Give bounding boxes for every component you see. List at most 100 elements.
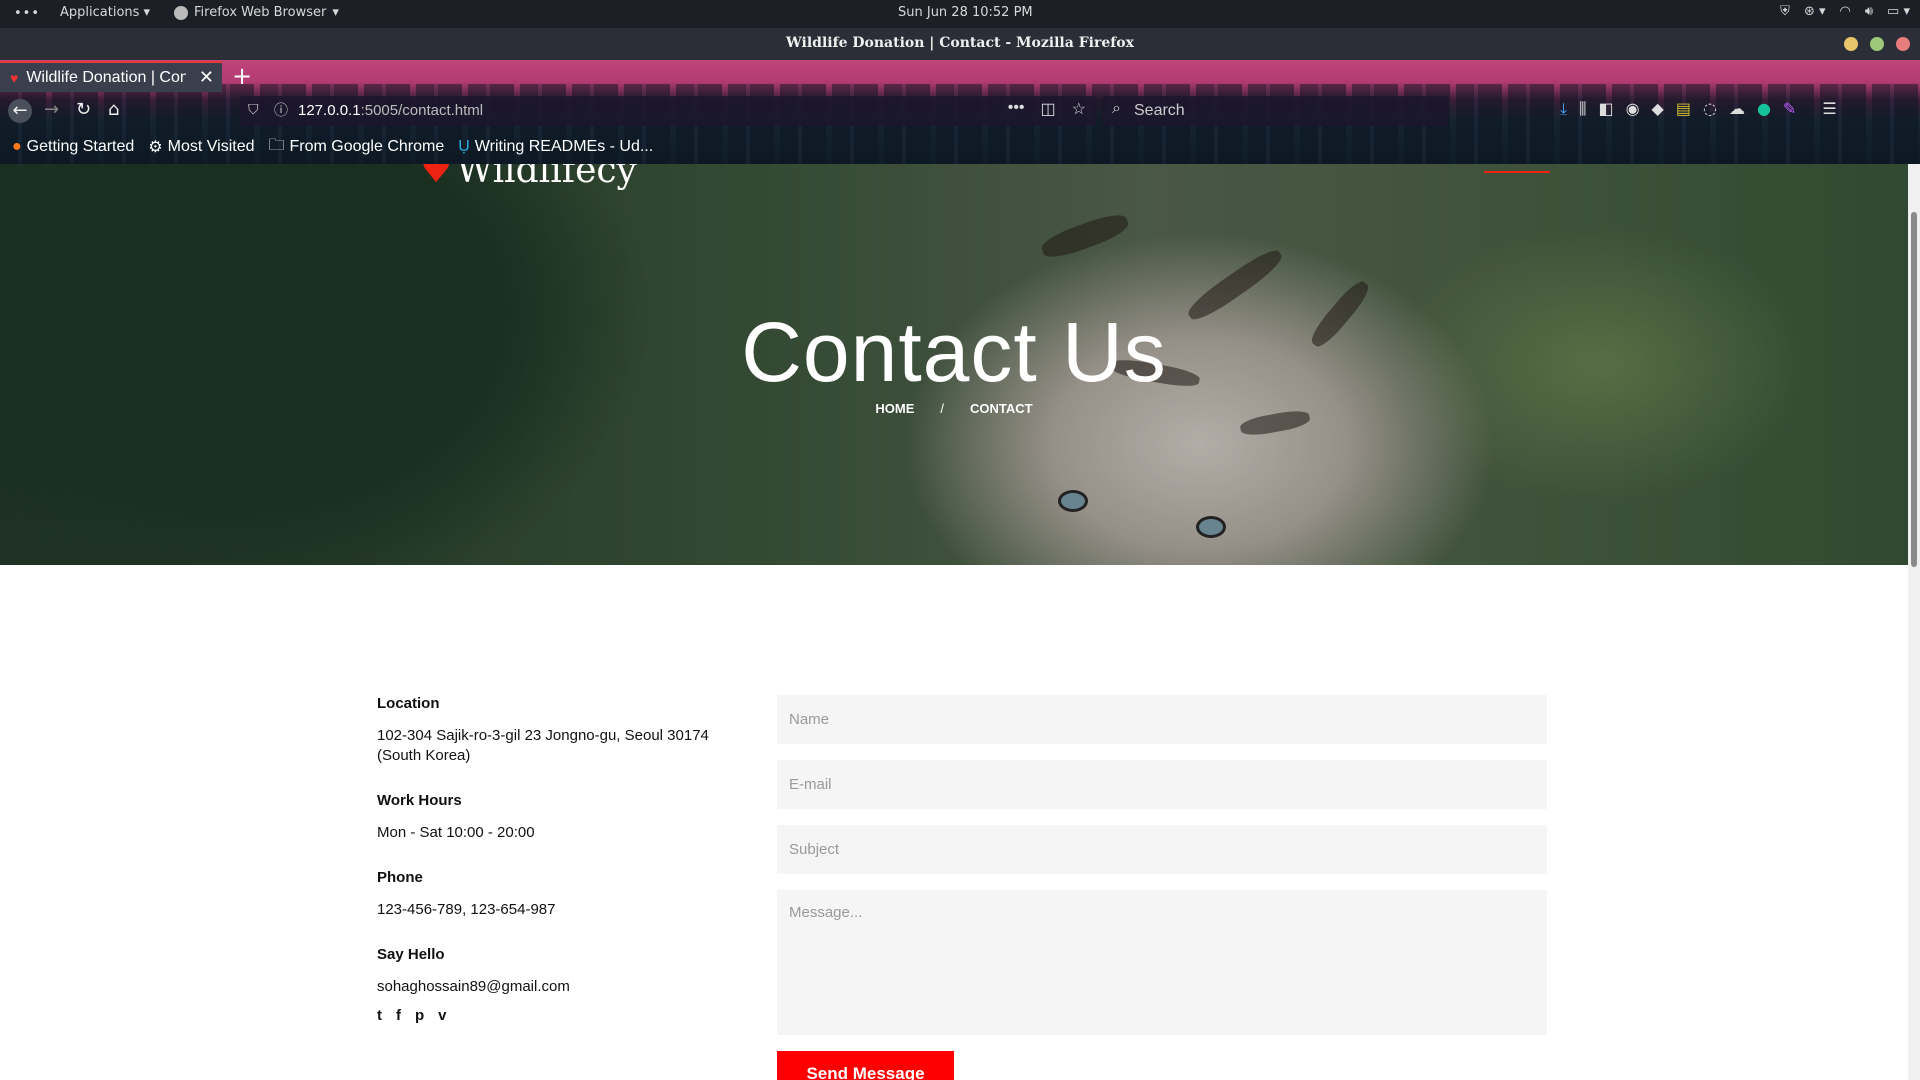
message-textarea[interactable]: Message...	[777, 890, 1547, 1035]
bookmark-label: From Google Chrome	[289, 138, 445, 155]
forward-arrow-icon[interactable]: →	[44, 99, 59, 120]
bookmark-label: Most Visited	[167, 138, 255, 155]
tab-wildlife-contact[interactable]: ♥ Wildlife Donation | Con ✕	[0, 61, 222, 92]
close-window-button[interactable]	[1896, 37, 1910, 51]
say-hello-block: Say Hello sohaghossain89@gmail.com t f p…	[377, 946, 737, 1024]
folder-icon: 🗀	[268, 136, 285, 154]
active-app-label: Firefox Web Browser	[194, 5, 327, 20]
breadcrumb: HOME / CONTACT	[0, 401, 1908, 416]
system-tray[interactable]: ⛨ ⊛ ▾ ◠ 🔊︎ ▭ ▾	[1780, 4, 1910, 19]
name-input[interactable]: Name	[777, 695, 1547, 744]
bookmark-from-google-chrome[interactable]: 🗀 From Google Chrome	[269, 134, 445, 161]
bookmarks-toolbar: ● Getting Started ⚙ Most Visited 🗀 From Goo…	[0, 134, 1920, 160]
grammarly-icon[interactable]: ●	[1757, 99, 1771, 119]
search-bar[interactable]: ⌕ Search	[1102, 96, 1448, 126]
page-title: Contact Us	[741, 305, 1167, 399]
location-block: Location 102-304 Sajik-ro-3-gil 23 Jongn…	[377, 695, 737, 766]
applications-label: Applications	[60, 5, 140, 20]
minimize-button[interactable]	[1844, 37, 1858, 51]
tiger-eye-graphic	[1196, 516, 1226, 538]
extension-icon[interactable]: ◆	[1652, 99, 1664, 119]
page-actions-icon[interactable]: •••	[1008, 99, 1025, 119]
facebook-icon[interactable]: f	[396, 1007, 401, 1024]
active-nav-indicator	[1484, 171, 1550, 173]
say-hello-heading: Say Hello	[377, 946, 445, 963]
site-logo[interactable]: ♥ Wildlifecy	[420, 164, 637, 191]
page-scrollbar[interactable]	[1908, 164, 1920, 1080]
applications-menu[interactable]: Applications ▾	[60, 5, 150, 20]
hours-block: Work Hours Mon - Sat 10:00 - 20:00	[377, 792, 737, 843]
scrollbar-thumb[interactable]	[1911, 212, 1917, 567]
contact-info: Location 102-304 Sajik-ro-3-gil 23 Jongn…	[377, 695, 737, 1024]
vimeo-icon[interactable]: v	[438, 1007, 446, 1024]
system-top-bar: ••• Applications ▾ Firefox Web Browser ▾…	[0, 0, 1920, 28]
email-input[interactable]: E-mail	[777, 760, 1547, 809]
hero-banner: ♥ Wildlifecy Contact Us HOME / CONTACT	[0, 164, 1908, 565]
tracking-shield-icon[interactable]: ⛉	[248, 101, 259, 118]
subject-input[interactable]: Subject	[777, 825, 1547, 874]
site-logo-text: Wildlifecy	[456, 164, 637, 191]
tiger-eye-graphic	[1058, 490, 1088, 512]
shield-icon: ⛨	[1780, 4, 1790, 19]
url-text[interactable]: 127.0.0.1:5005/contact.html	[298, 102, 483, 119]
send-message-button[interactable]: Send Message	[777, 1051, 954, 1080]
extension-bars-icon[interactable]: ▤	[1676, 99, 1691, 119]
home-icon[interactable]: ⌂	[108, 99, 119, 120]
volume-icon: 🔊︎	[1864, 4, 1874, 19]
contact-form: Name E-mail Subject Message... Send Mess…	[777, 695, 1547, 1080]
bookmark-label: Getting Started	[26, 138, 135, 155]
location-line-2: (South Korea)	[377, 747, 471, 764]
tumblr-icon[interactable]: t	[377, 1007, 382, 1024]
extension-pen-icon[interactable]: ✎	[1783, 99, 1796, 119]
downloads-icon[interactable]: ⤓	[1560, 99, 1567, 119]
accessibility-icon: ⊛ ▾	[1803, 4, 1826, 19]
hours-heading: Work Hours	[377, 792, 462, 809]
active-app-menu[interactable]: Firefox Web Browser ▾	[174, 5, 339, 20]
breadcrumb-home[interactable]: HOME	[875, 401, 914, 416]
window-title: Wildlife Donation | Contact - Mozilla Fi…	[786, 35, 1134, 51]
bookmark-star-icon[interactable]: ☆	[1072, 99, 1086, 119]
bookmark-most-visited[interactable]: ⚙ Most Visited	[148, 137, 254, 157]
url-actions: ••• ◫ ☆	[1008, 99, 1086, 119]
pocket-icon[interactable]: ◫	[1041, 99, 1056, 119]
firefox-icon: ●	[12, 138, 22, 155]
library-icon[interactable]: ⫼	[1579, 99, 1586, 119]
bookmark-writing-readmes[interactable]: Ụ Writing READMEs - Ud...	[458, 138, 653, 156]
wifi-icon: ◠	[1839, 4, 1851, 19]
menu-hamburger-icon[interactable]: ☰	[1822, 99, 1836, 119]
hours-value: Mon - Sat 10:00 - 20:00	[377, 824, 535, 841]
firefox-icon	[174, 5, 188, 20]
email-value: sohaghossain89@gmail.com	[377, 978, 570, 995]
search-placeholder: Search	[1134, 102, 1185, 119]
location-line-1: 102-304 Sajik-ro-3-gil 23 Jongno-gu, Seo…	[377, 727, 709, 744]
bookmark-getting-started[interactable]: ● Getting Started	[12, 138, 134, 156]
account-icon[interactable]: ◉	[1626, 99, 1640, 119]
activities-dots[interactable]: •••	[14, 6, 40, 21]
udacity-icon: Ụ	[458, 138, 470, 155]
sidebar-icon[interactable]: ◧	[1598, 99, 1613, 119]
url-bar[interactable]: ⛉ ⓘ 127.0.0.1:5005/contact.html ••• ◫ ☆	[240, 96, 1096, 126]
new-tab-button[interactable]: +	[232, 62, 252, 90]
url-host: 127.0.0.1	[298, 102, 361, 119]
location-heading: Location	[377, 695, 440, 712]
back-arrow-icon[interactable]: ←	[8, 99, 32, 123]
social-links: t f p v	[377, 1007, 737, 1024]
extension-cloud-icon[interactable]: ☁	[1729, 99, 1745, 119]
pinterest-icon[interactable]: p	[415, 1007, 424, 1024]
bookmark-label: Writing READMEs - Ud...	[474, 138, 654, 155]
system-clock[interactable]: Sun Jun 28 10:52 PM	[898, 5, 1033, 20]
phone-block: Phone 123-456-789, 123-654-987	[377, 869, 737, 920]
heart-logo-icon: ♥	[420, 164, 453, 191]
close-tab-icon[interactable]: ✕	[199, 67, 214, 88]
extension-bulb-icon[interactable]: ◌	[1703, 99, 1717, 119]
search-icon: ⌕	[1112, 100, 1121, 117]
reload-icon[interactable]: ↻	[76, 99, 91, 120]
phone-heading: Phone	[377, 869, 423, 886]
window-controls	[1844, 37, 1910, 51]
maximize-button[interactable]	[1870, 37, 1884, 51]
toolbar-extensions: ⤓ ⫼ ◧ ◉ ◆ ▤ ◌ ☁ ● ✎ ☰	[1560, 99, 1837, 119]
navigation-toolbar: ← → ↻ ⌂ ⛉ ⓘ 127.0.0.1:5005/contact.html …	[0, 96, 1920, 126]
breadcrumb-current: CONTACT	[970, 401, 1033, 416]
tiger-stripe-graphic	[1038, 209, 1132, 263]
phone-value: 123-456-789, 123-654-987	[377, 901, 556, 918]
